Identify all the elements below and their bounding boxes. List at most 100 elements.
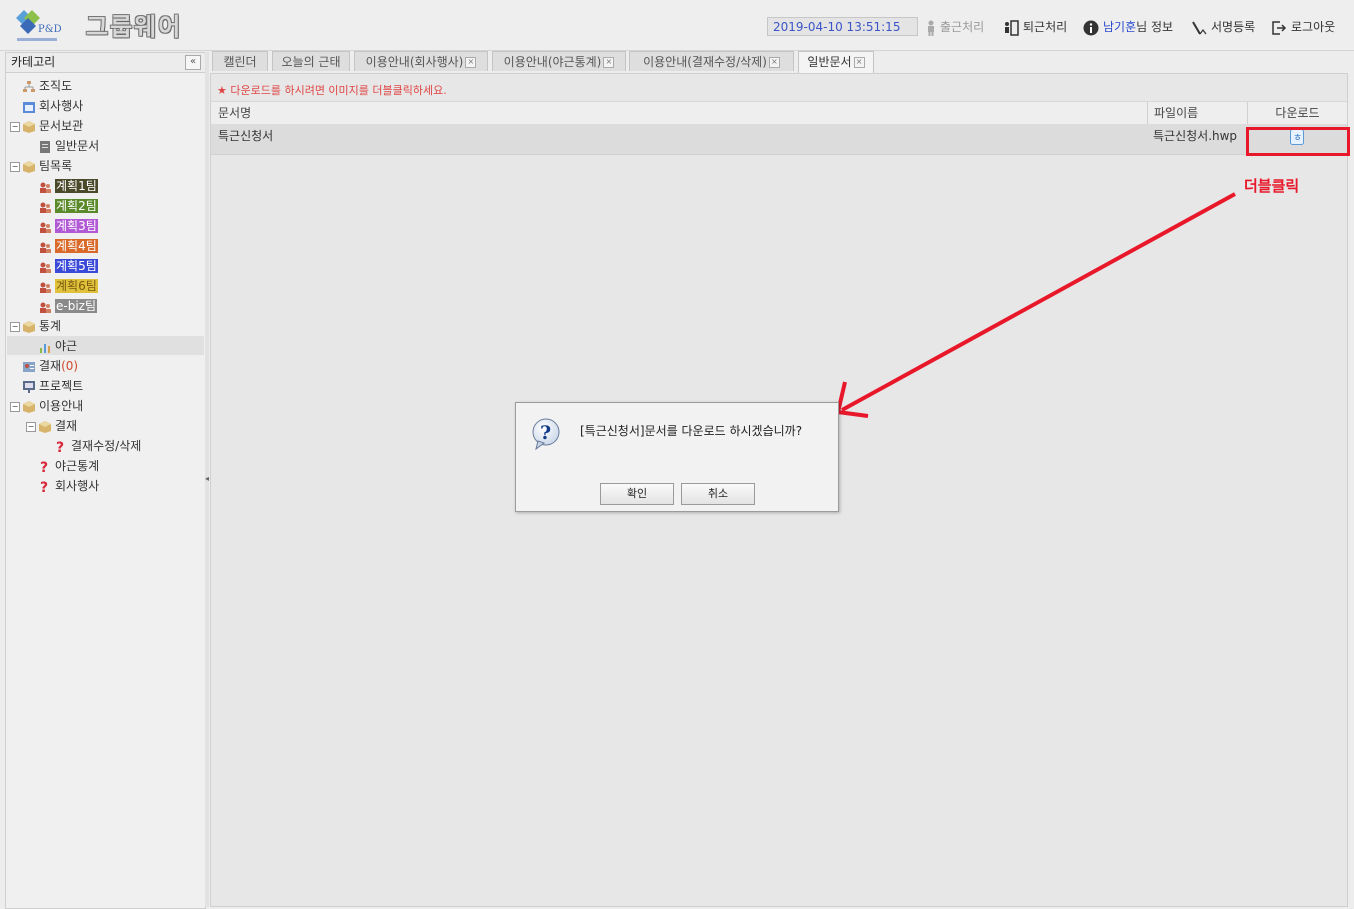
collapse-toggle-icon[interactable]: − (10, 321, 20, 332)
tab-bar: 캘린더 오늘의 근태 이용안내(회사행사) × 이용안내(야근통계) × 이용안내(… (210, 51, 1348, 73)
tree-item-team-3[interactable]: 계획3팀 (38, 216, 98, 236)
tree-item-team-6[interactable]: 계획6팀 (38, 276, 98, 296)
tree-item-user-guide[interactable]: − 이용안내 (10, 396, 83, 416)
close-tab-icon[interactable]: × (768, 57, 780, 68)
header-bar: P&D 그룹웨어 2019-04-10 13:51:15 출근처리 퇴근처리 남… (0, 0, 1354, 51)
tree-item-guide-overtime-stats[interactable]: ? 야근통계 (38, 456, 99, 476)
table-row[interactable]: 특근신청서 특근신청서.hwp ㅎ (211, 124, 1347, 155)
tab-guide-company-events[interactable]: 이용안내(회사행사) × (354, 51, 488, 71)
logout-button[interactable]: 로그아웃 (1271, 17, 1335, 37)
tree-item-label: 통계 (39, 319, 62, 333)
close-tab-icon[interactable]: × (853, 57, 865, 68)
project-icon (23, 380, 35, 393)
tree-item-statistics[interactable]: − 통계 (10, 316, 61, 336)
box-icon (23, 400, 35, 413)
confirm-download-dialog: ? [특근신청서]문서를 다운로드 하시겠습니까? 확인 취소 (515, 402, 839, 512)
pen-icon (1192, 20, 1207, 35)
tree-item-guide-company-events[interactable]: ? 회사행사 (38, 476, 99, 496)
checkin-button[interactable]: 출근처리 (926, 17, 984, 37)
tree-item-label: 조직도 (39, 79, 73, 93)
box-icon (39, 420, 51, 433)
tab-guide-overtime-stats[interactable]: 이용안내(야근통계) × (492, 51, 626, 71)
user-info-button[interactable]: 남기훈님 정보 (1083, 17, 1173, 37)
collapse-toggle-icon[interactable]: − (10, 401, 20, 412)
logout-label: 로그아웃 (1291, 20, 1336, 34)
tab-label: 이용안내(결재수정/삭제) (643, 55, 767, 69)
tab-label: 캘린더 (223, 55, 257, 69)
checkin-label: 출근처리 (940, 20, 985, 34)
logout-icon (1272, 20, 1287, 35)
checkout-label: 퇴근처리 (1023, 20, 1068, 34)
tree-item-overtime[interactable]: 야근 (38, 336, 77, 356)
column-header-download[interactable]: 다운로드 (1247, 102, 1347, 124)
tree-item-document-archive[interactable]: − 문서보관 (10, 116, 83, 136)
tab-label: 일반문서 (807, 55, 852, 69)
column-header-file-name[interactable]: 파일이름 (1147, 102, 1247, 124)
cancel-button[interactable]: 취소 (681, 483, 755, 505)
tree-item-guide-approval[interactable]: − 결재 (26, 416, 77, 436)
collapse-toggle-icon[interactable]: − (10, 121, 20, 132)
collapse-toggle-icon[interactable]: − (10, 161, 20, 172)
tree-item-label: 회사행사 (39, 99, 84, 113)
tab-guide-approval-edit[interactable]: 이용안내(결재수정/삭제) × (629, 51, 794, 71)
tree-item-company-events[interactable]: 회사행사 (22, 96, 83, 116)
download-highlight-box (1246, 127, 1350, 156)
column-header-document-name[interactable]: 문서명 (218, 102, 1138, 124)
user-name: 남기훈 (1103, 20, 1137, 34)
sidebar-title: 카테고리 (11, 55, 56, 69)
close-tab-icon[interactable]: × (465, 57, 477, 68)
tree-item-team-1[interactable]: 계획1팀 (38, 176, 98, 196)
team-label: 계획2팀 (55, 199, 98, 213)
user-info-label: 님 정보 (1136, 20, 1174, 34)
tree-item-label: 결재 (39, 359, 62, 373)
tree-item-team-2[interactable]: 계획2팀 (38, 196, 98, 216)
category-sidebar: 카테고리 « 조직도 회사행사 − 문서보관 일반문서 − 팀목록 계획1팀 계획2… (5, 52, 206, 909)
box-icon (23, 160, 35, 173)
tree-item-guide-approval-edit[interactable]: ? 결재수정/삭제 (54, 436, 141, 456)
svg-text:?: ? (40, 460, 48, 474)
tree-selection-highlight (7, 336, 204, 355)
tree-item-label: 팀목록 (39, 159, 73, 173)
tree-item-label: 야근 (55, 339, 78, 353)
tree-item-team-list[interactable]: − 팀목록 (10, 156, 72, 176)
team-label: 계획6팀 (55, 279, 98, 293)
annotation-arrow (835, 192, 1236, 418)
help-question-icon: ? (56, 440, 64, 454)
signature-register-button[interactable]: 서명등록 (1191, 17, 1255, 37)
approval-count: (0) (61, 359, 79, 373)
tab-calendar[interactable]: 캘린더 (212, 51, 268, 71)
tree-item-org-chart[interactable]: 조직도 (22, 76, 72, 96)
tab-general-documents[interactable]: 일반문서 × (798, 51, 874, 73)
exit-door-icon (1005, 19, 1019, 36)
tab-today-attendance[interactable]: 오늘의 근태 (272, 51, 350, 71)
svg-text:?: ? (40, 480, 48, 494)
tree-item-approval[interactable]: 결재(0) (22, 356, 78, 376)
tree-item-general-documents[interactable]: 일반문서 (38, 136, 99, 156)
tab-label: 이용안내(야근통계) (503, 55, 602, 69)
tree-item-team-ebiz[interactable]: e-biz팀 (38, 296, 98, 316)
collapse-toggle-icon[interactable]: − (26, 421, 36, 432)
sidebar-resize-handle[interactable]: ◂ (205, 52, 209, 907)
tree-item-project[interactable]: 프로젝트 (22, 376, 83, 396)
tab-label: 오늘의 근태 (281, 55, 341, 69)
file-name-cell: 특근신청서.hwp (1153, 129, 1238, 143)
double-click-annotation: 더블클릭 (1244, 177, 1300, 195)
team-label: e-biz팀 (55, 299, 98, 313)
sidebar-header: 카테고리 « (6, 53, 205, 73)
close-tab-icon[interactable]: × (603, 57, 615, 68)
confirm-button[interactable]: 확인 (600, 483, 674, 505)
collapse-sidebar-button[interactable]: « (185, 55, 201, 70)
tree-item-label: 결재수정/삭제 (71, 439, 142, 453)
app-title: 그룹웨어 (86, 13, 183, 41)
team-label: 계획5팀 (55, 259, 98, 273)
chevron-left-icon: ◂ (205, 474, 210, 483)
tree-item-team-4[interactable]: 계획4팀 (38, 236, 98, 256)
help-question-icon: ? (40, 460, 48, 474)
download-notice: ★ 다운로드를 하시려면 이미지를 더블클릭하세요. (217, 84, 447, 97)
svg-text:?: ? (540, 422, 551, 444)
tree-item-label: 문서보관 (39, 119, 84, 133)
team-icon (40, 182, 51, 193)
tree-item-team-5[interactable]: 계획5팀 (38, 256, 98, 276)
checkout-button[interactable]: 퇴근처리 (1003, 17, 1067, 37)
document-icon (40, 140, 50, 153)
